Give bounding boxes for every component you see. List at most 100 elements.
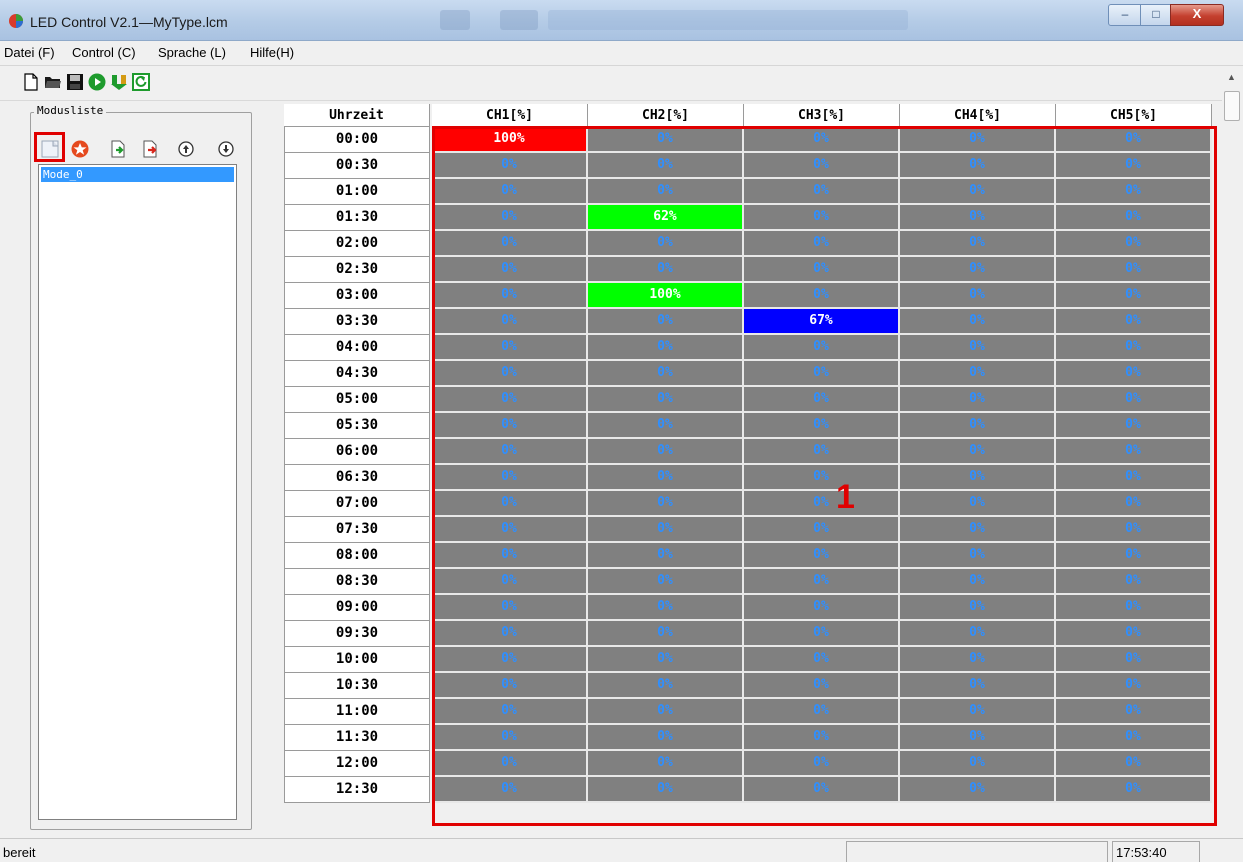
channel-value-cell[interactable]: 0% bbox=[900, 621, 1056, 647]
channel-value-cell[interactable]: 0% bbox=[432, 777, 588, 803]
channel-value-cell[interactable]: 0% bbox=[432, 569, 588, 595]
channel-value-cell[interactable]: 0% bbox=[1056, 387, 1212, 413]
channel-value-cell[interactable]: 0% bbox=[900, 465, 1056, 491]
channel-value-cell[interactable]: 0% bbox=[1056, 153, 1212, 179]
channel-value-cell[interactable]: 0% bbox=[588, 569, 744, 595]
channel-value-cell[interactable]: 0% bbox=[900, 283, 1056, 309]
channel-value-cell[interactable]: 0% bbox=[744, 595, 900, 621]
channel-value-cell[interactable]: 0% bbox=[900, 491, 1056, 517]
channel-value-cell[interactable]: 0% bbox=[588, 361, 744, 387]
channel-value-cell[interactable]: 0% bbox=[588, 387, 744, 413]
reset-icon[interactable] bbox=[132, 73, 150, 91]
mode-list[interactable]: Mode_0 bbox=[38, 164, 237, 820]
channel-value-cell[interactable]: 0% bbox=[432, 361, 588, 387]
channel-value-cell[interactable]: 0% bbox=[1056, 621, 1212, 647]
channel-value-cell[interactable]: 0% bbox=[744, 569, 900, 595]
channel-value-cell[interactable]: 0% bbox=[432, 387, 588, 413]
channel-value-cell[interactable]: 0% bbox=[588, 335, 744, 361]
channel-value-cell[interactable]: 0% bbox=[744, 699, 900, 725]
channel-value-cell[interactable]: 0% bbox=[432, 595, 588, 621]
channel-value-cell[interactable]: 0% bbox=[432, 153, 588, 179]
channel-value-cell[interactable]: 0% bbox=[900, 309, 1056, 335]
channel-value-cell[interactable]: 0% bbox=[1056, 543, 1212, 569]
channel-value-cell[interactable]: 0% bbox=[900, 751, 1056, 777]
channel-value-cell[interactable]: 0% bbox=[588, 257, 744, 283]
channel-value-cell[interactable]: 0% bbox=[1056, 725, 1212, 751]
channel-value-cell[interactable]: 0% bbox=[588, 413, 744, 439]
move-down-icon[interactable] bbox=[216, 139, 236, 159]
channel-value-cell[interactable]: 0% bbox=[1056, 673, 1212, 699]
close-button[interactable]: X bbox=[1170, 4, 1224, 26]
channel-value-cell[interactable]: 0% bbox=[432, 439, 588, 465]
channel-value-cell[interactable]: 0% bbox=[1056, 231, 1212, 257]
minimize-button[interactable]: – bbox=[1108, 4, 1142, 26]
channel-value-cell[interactable]: 100% bbox=[588, 283, 744, 309]
channel-value-cell[interactable]: 0% bbox=[588, 153, 744, 179]
channel-value-cell[interactable]: 0% bbox=[744, 621, 900, 647]
channel-value-cell[interactable]: 0% bbox=[744, 465, 900, 491]
channel-value-cell[interactable]: 0% bbox=[900, 413, 1056, 439]
channel-value-cell[interactable]: 0% bbox=[900, 153, 1056, 179]
channel-value-cell[interactable]: 0% bbox=[900, 335, 1056, 361]
channel-value-cell[interactable]: 0% bbox=[432, 309, 588, 335]
channel-value-cell[interactable]: 67% bbox=[744, 309, 900, 335]
channel-value-cell[interactable]: 0% bbox=[900, 777, 1056, 803]
channel-value-cell[interactable]: 0% bbox=[588, 231, 744, 257]
channel-value-cell[interactable]: 0% bbox=[900, 439, 1056, 465]
channel-value-cell[interactable]: 0% bbox=[432, 257, 588, 283]
channel-value-cell[interactable]: 0% bbox=[900, 569, 1056, 595]
move-up-icon[interactable] bbox=[176, 139, 196, 159]
channel-value-cell[interactable]: 0% bbox=[432, 543, 588, 569]
channel-value-cell[interactable]: 0% bbox=[900, 595, 1056, 621]
menu-hilfe[interactable]: Hilfe(H) bbox=[250, 45, 294, 60]
channel-value-cell[interactable]: 0% bbox=[744, 257, 900, 283]
channel-value-cell[interactable]: 0% bbox=[588, 699, 744, 725]
download-icon[interactable] bbox=[110, 73, 128, 91]
channel-value-cell[interactable]: 0% bbox=[744, 335, 900, 361]
channel-value-cell[interactable]: 100% bbox=[432, 127, 588, 153]
channel-value-cell[interactable]: 0% bbox=[744, 179, 900, 205]
channel-value-cell[interactable]: 0% bbox=[744, 153, 900, 179]
channel-value-cell[interactable]: 0% bbox=[432, 179, 588, 205]
channel-value-cell[interactable]: 0% bbox=[744, 673, 900, 699]
channel-value-cell[interactable]: 0% bbox=[588, 595, 744, 621]
channel-value-cell[interactable]: 0% bbox=[744, 127, 900, 153]
channel-value-cell[interactable]: 0% bbox=[900, 205, 1056, 231]
channel-value-cell[interactable]: 0% bbox=[1056, 465, 1212, 491]
channel-value-cell[interactable]: 0% bbox=[744, 647, 900, 673]
channel-value-cell[interactable]: 0% bbox=[744, 777, 900, 803]
channel-value-cell[interactable]: 0% bbox=[744, 413, 900, 439]
export-mode-icon[interactable] bbox=[140, 139, 160, 159]
channel-value-cell[interactable]: 0% bbox=[900, 543, 1056, 569]
channel-value-cell[interactable]: 0% bbox=[1056, 205, 1212, 231]
menu-control[interactable]: Control (C) bbox=[72, 45, 136, 60]
scroll-thumb[interactable] bbox=[1224, 91, 1240, 121]
channel-value-cell[interactable]: 0% bbox=[744, 491, 900, 517]
channel-value-cell[interactable]: 0% bbox=[900, 361, 1056, 387]
channel-value-cell[interactable]: 0% bbox=[1056, 309, 1212, 335]
channel-value-cell[interactable]: 62% bbox=[588, 205, 744, 231]
channel-value-cell[interactable]: 0% bbox=[588, 127, 744, 153]
channel-value-cell[interactable]: 0% bbox=[588, 777, 744, 803]
channel-value-cell[interactable]: 0% bbox=[588, 439, 744, 465]
channel-value-cell[interactable]: 0% bbox=[900, 231, 1056, 257]
channel-value-cell[interactable]: 0% bbox=[588, 309, 744, 335]
channel-value-cell[interactable]: 0% bbox=[588, 725, 744, 751]
channel-value-cell[interactable]: 0% bbox=[900, 673, 1056, 699]
channel-value-cell[interactable]: 0% bbox=[588, 673, 744, 699]
channel-value-cell[interactable]: 0% bbox=[1056, 647, 1212, 673]
channel-value-cell[interactable]: 0% bbox=[900, 387, 1056, 413]
channel-value-cell[interactable]: 0% bbox=[900, 257, 1056, 283]
channel-value-cell[interactable]: 0% bbox=[1056, 335, 1212, 361]
channel-value-cell[interactable]: 0% bbox=[1056, 413, 1212, 439]
channel-value-cell[interactable]: 0% bbox=[432, 621, 588, 647]
channel-value-cell[interactable]: 0% bbox=[1056, 257, 1212, 283]
channel-value-cell[interactable]: 0% bbox=[1056, 179, 1212, 205]
vertical-scrollbar[interactable]: ▲ ▼ bbox=[1222, 66, 1243, 856]
channel-value-cell[interactable]: 0% bbox=[432, 647, 588, 673]
import-mode-icon[interactable] bbox=[108, 139, 128, 159]
channel-value-cell[interactable]: 0% bbox=[588, 621, 744, 647]
channel-value-cell[interactable]: 0% bbox=[432, 517, 588, 543]
channel-value-cell[interactable]: 0% bbox=[588, 543, 744, 569]
channel-value-cell[interactable]: 0% bbox=[588, 751, 744, 777]
